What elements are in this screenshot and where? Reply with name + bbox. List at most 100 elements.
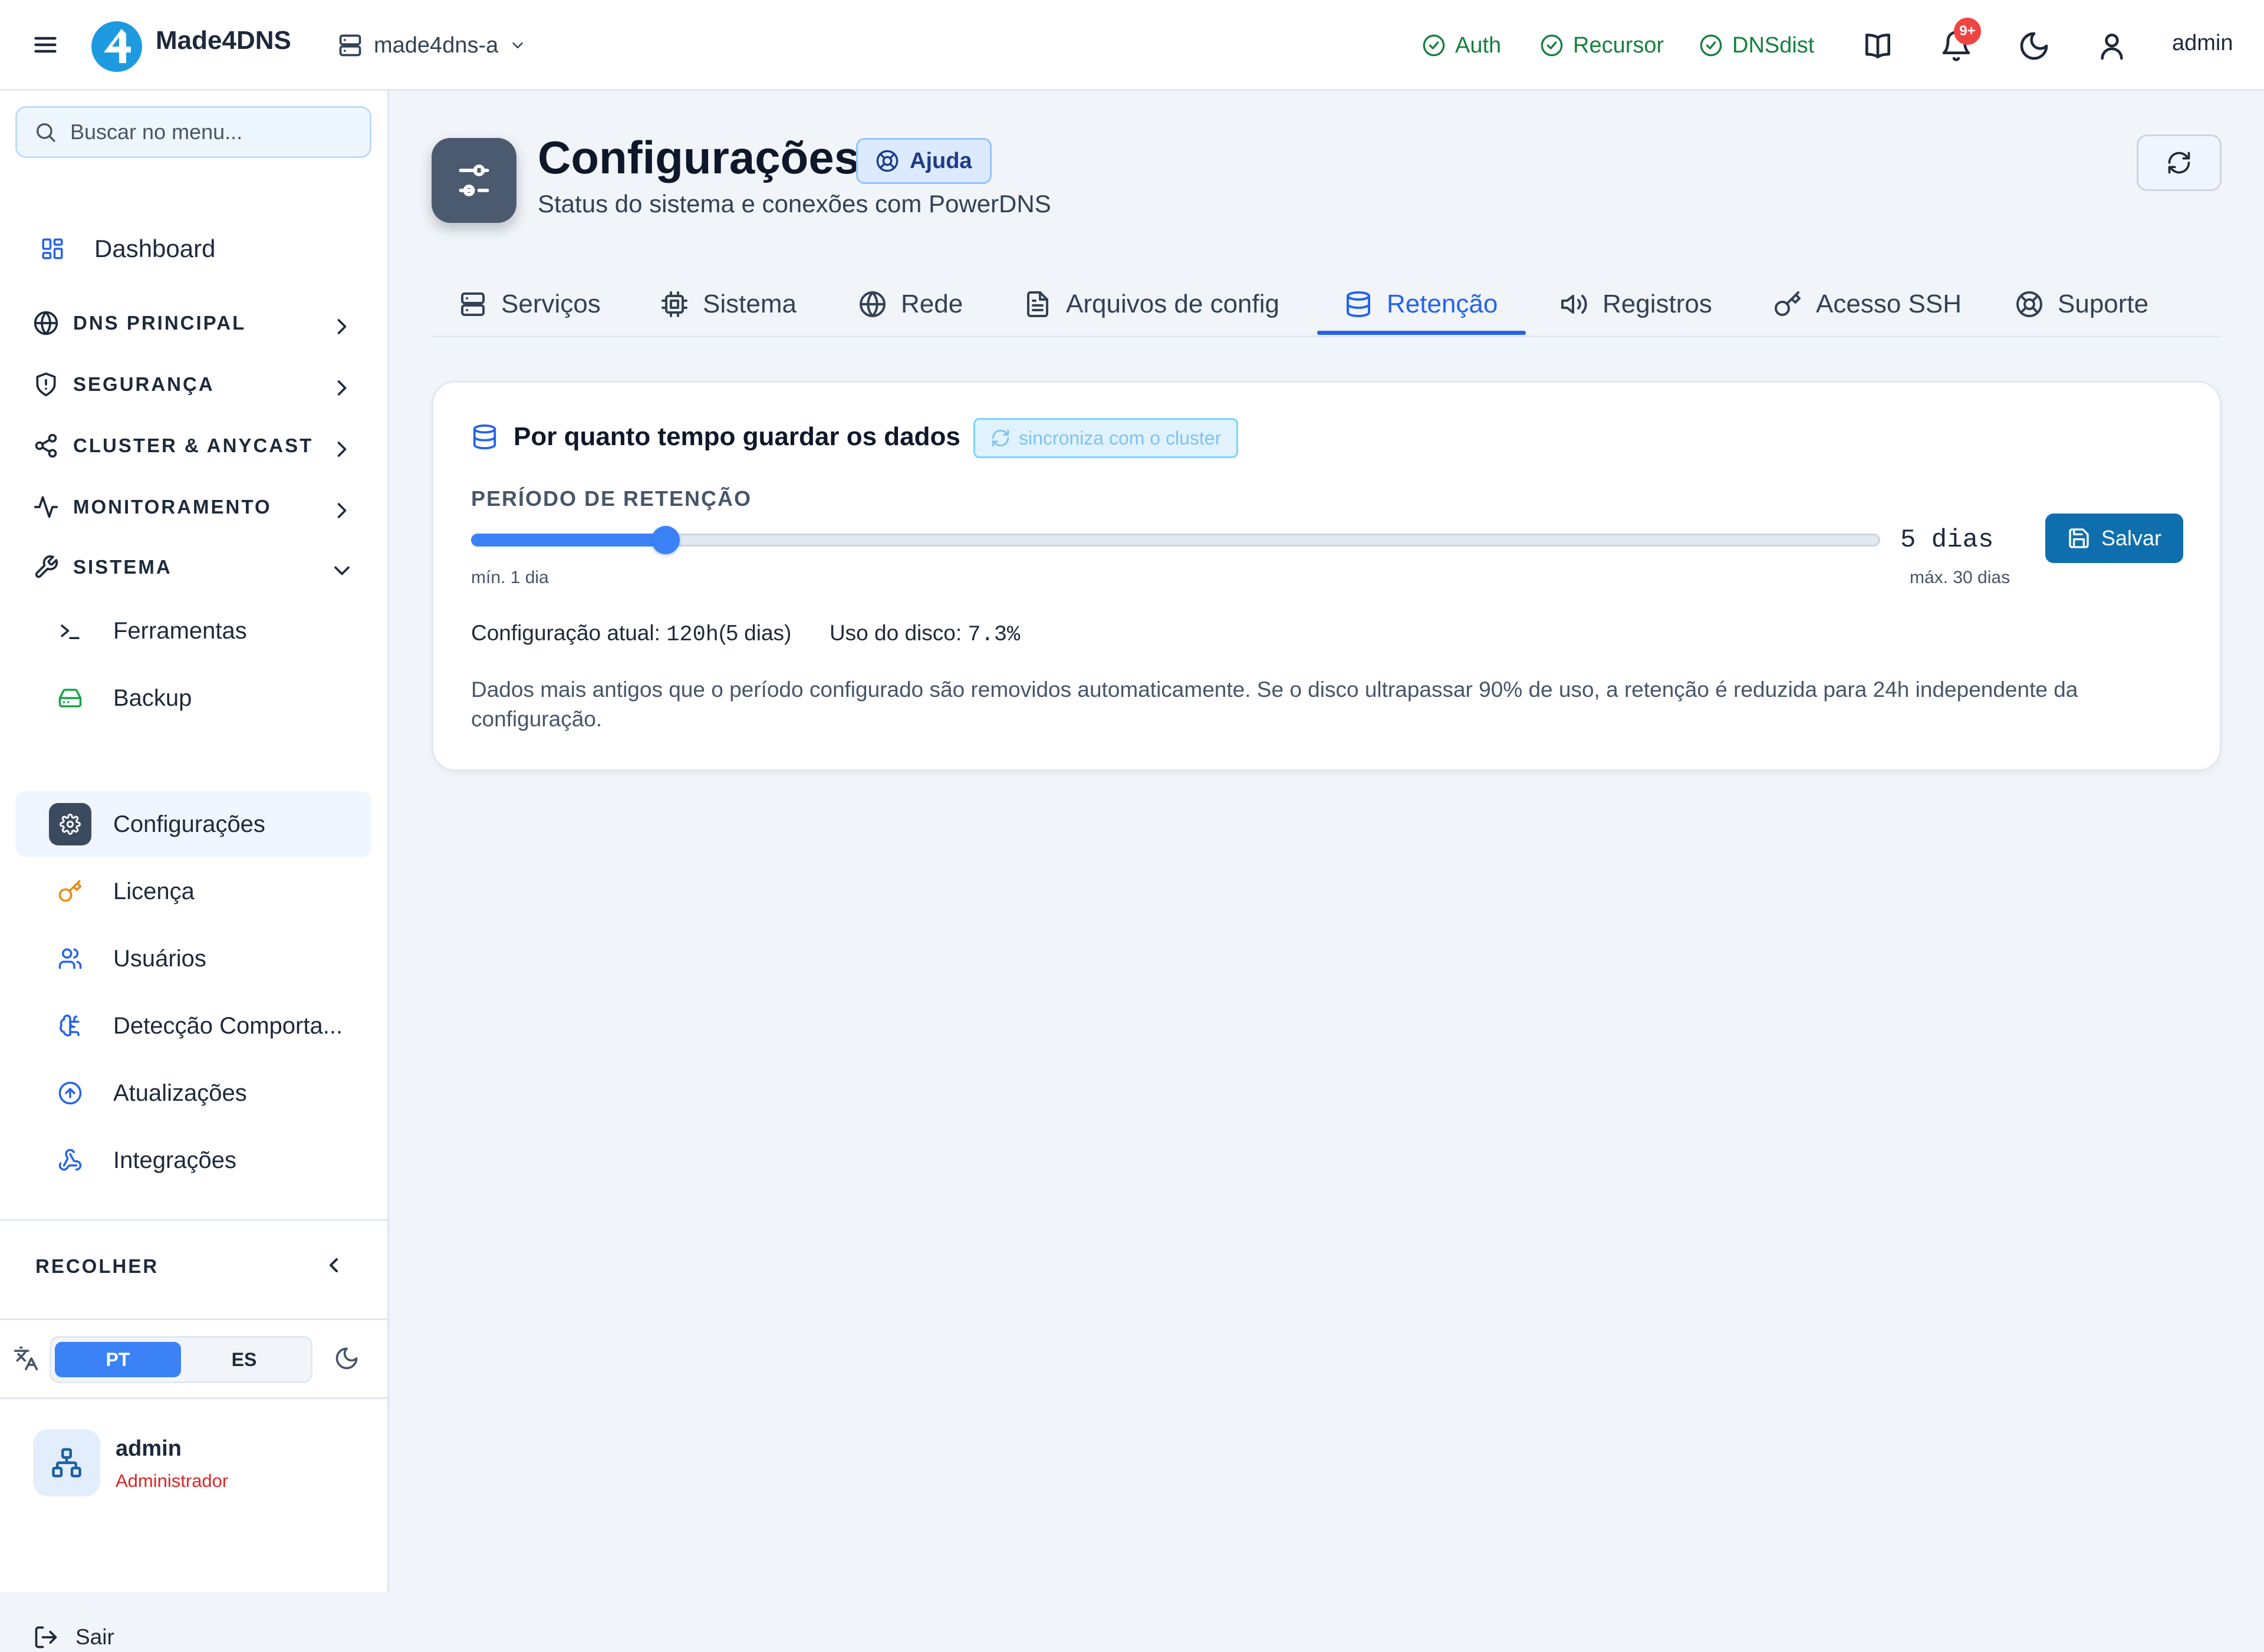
logout-button[interactable]: Sair <box>33 1623 114 1652</box>
moon-icon[interactable] <box>334 1345 360 1371</box>
service-status-auth[interactable]: Auth <box>1422 29 1501 61</box>
sync-badge: sincroniza com o cluster <box>973 418 1239 458</box>
database-icon <box>1344 290 1373 318</box>
card-title-text: Por quanto tempo guardar os dados <box>514 422 960 451</box>
tab-retencao[interactable]: Retenção <box>1344 271 1498 337</box>
dashboard-icon <box>40 236 65 261</box>
user-icon[interactable] <box>2095 29 2128 62</box>
avatar <box>33 1429 100 1496</box>
divider <box>0 1219 389 1221</box>
help-button[interactable]: Ajuda <box>856 138 992 184</box>
tab-servicos[interactable]: Serviços <box>459 271 601 337</box>
tab-rede[interactable]: Rede <box>858 271 963 337</box>
wrench-icon <box>33 554 59 580</box>
sidebar-section-cluster-anycast[interactable]: CLUSTER & ANYCAST <box>15 414 371 478</box>
webhook-icon <box>57 1147 84 1174</box>
sidebar-item-usuarios[interactable]: Usuários <box>15 926 371 992</box>
save-button[interactable]: Salvar <box>2045 514 2183 563</box>
life-buoy-icon <box>876 149 899 173</box>
current-config-value: 120h <box>666 623 719 647</box>
service-status-recursor[interactable]: Recursor <box>1540 29 1664 61</box>
tab-acesso-ssh[interactable]: Acesso SSH <box>1773 271 1962 337</box>
language-es-button[interactable]: ES <box>181 1342 307 1377</box>
shield-icon <box>33 371 59 397</box>
page-icon <box>432 138 516 223</box>
refresh-icon <box>990 428 1011 448</box>
sidebar-item-atualizacoes[interactable]: Atualizações <box>15 1060 371 1126</box>
language-pt-button[interactable]: PT <box>55 1342 181 1377</box>
settings-tabs: Serviços Sistema Rede Arquivos de config… <box>432 271 2222 337</box>
logout-icon <box>33 1624 59 1650</box>
logo[interactable] <box>91 21 143 73</box>
sidebar-item-licenca[interactable]: Licença <box>15 858 371 924</box>
sidebar-item-dashboard[interactable]: Dashboard <box>15 217 371 281</box>
sidebar-item-label: Detecção Comporta... <box>113 1012 343 1039</box>
globe-icon <box>858 290 887 318</box>
arrow-up-circle-icon <box>57 1080 84 1107</box>
tab-registros[interactable]: Registros <box>1560 271 1712 337</box>
sidebar-item-label: Licença <box>113 878 195 904</box>
tab-label: Registros <box>1602 289 1712 318</box>
save-icon <box>2067 526 2091 550</box>
server-selector[interactable]: made4dns-a <box>337 29 526 61</box>
tab-arquivos-de-config[interactable]: Arquivos de config <box>1024 271 1279 337</box>
active-tab-indicator <box>1317 331 1526 335</box>
tab-label: Retenção <box>1387 289 1498 318</box>
retention-description: Dados mais antigos que o período configu… <box>471 677 2078 731</box>
activity-icon <box>33 494 59 520</box>
tab-sistema[interactable]: Sistema <box>660 271 797 337</box>
sidebar-search[interactable] <box>15 106 371 158</box>
range-min-label: mín. 1 dia <box>471 568 549 587</box>
cpu-icon <box>660 290 689 318</box>
collapse-label[interactable]: RECOLHER <box>35 1255 159 1278</box>
sidebar-section-dns-principal[interactable]: DNS PRINCIPAL <box>15 291 371 355</box>
sidebar-item-integracoes[interactable]: Integrações <box>15 1127 371 1193</box>
search-input[interactable] <box>69 119 354 145</box>
life-buoy-icon <box>2015 290 2043 318</box>
service-status-dnsdist[interactable]: DNSdist <box>1699 29 1814 61</box>
retention-slider-handle[interactable] <box>651 526 680 554</box>
retention-card: Por quanto tempo guardar os dados sincro… <box>432 381 2222 771</box>
chevron-left-icon[interactable] <box>322 1253 345 1277</box>
section-label: DNS PRINCIPAL <box>73 312 246 334</box>
tab-label: Acesso SSH <box>1816 289 1962 318</box>
divider <box>0 1318 389 1320</box>
sidebar-section-monitoramento[interactable]: MONITORAMENTO <box>15 475 371 539</box>
tab-suporte[interactable]: Suporte <box>2015 271 2148 337</box>
sidebar-item-backup[interactable]: Backup <box>15 665 371 731</box>
user-name: admin <box>116 1436 182 1461</box>
moon-icon[interactable] <box>2018 29 2051 62</box>
divider <box>0 1397 389 1399</box>
retention-slider-track[interactable] <box>471 534 1880 547</box>
key-icon <box>57 878 84 905</box>
sidebar-section-seguranca[interactable]: SEGURANÇA <box>15 353 371 416</box>
tab-label: Serviços <box>501 289 601 318</box>
header-username[interactable]: admin <box>2172 31 2233 56</box>
globe-icon <box>33 310 59 336</box>
sidebar-item-configuracoes[interactable]: Configurações <box>15 791 371 857</box>
sidebar-item-label: Usuários <box>113 945 206 972</box>
chevron-right-icon <box>329 314 348 334</box>
sidebar-section-sistema[interactable]: SISTEMA <box>15 535 371 599</box>
disk-usage-label: Uso do disco: <box>829 621 962 645</box>
refresh-button[interactable] <box>2137 134 2222 191</box>
tab-label: Rede <box>901 289 963 318</box>
save-label: Salvar <box>2101 526 2162 550</box>
user-role: Administrador <box>116 1470 229 1491</box>
server-icon <box>337 32 363 58</box>
users-icon <box>57 945 84 972</box>
current-config: Configuração atual: 120h(5 dias) Uso do … <box>471 621 1020 647</box>
brand-name[interactable]: Made4DNS <box>156 26 291 55</box>
tab-label: Suporte <box>2058 289 2149 318</box>
retention-slider-fill <box>471 534 666 547</box>
book-icon[interactable] <box>1861 29 1894 62</box>
section-label: SEGURANÇA <box>73 373 215 395</box>
sidebar-item-deteccao-comportamental[interactable]: Detecção Comporta... <box>15 993 371 1059</box>
service-label: Auth <box>1455 32 1502 58</box>
sidebar-item-label: Atualizações <box>113 1080 247 1106</box>
top-bar: Made4DNS made4dns-a Auth Recursor DNSdis… <box>0 0 2264 91</box>
menu-icon[interactable] <box>31 32 60 58</box>
brain-icon <box>57 1012 84 1039</box>
sidebar-item-ferramentas[interactable]: Ferramentas <box>15 598 371 664</box>
help-label: Ajuda <box>910 148 972 173</box>
